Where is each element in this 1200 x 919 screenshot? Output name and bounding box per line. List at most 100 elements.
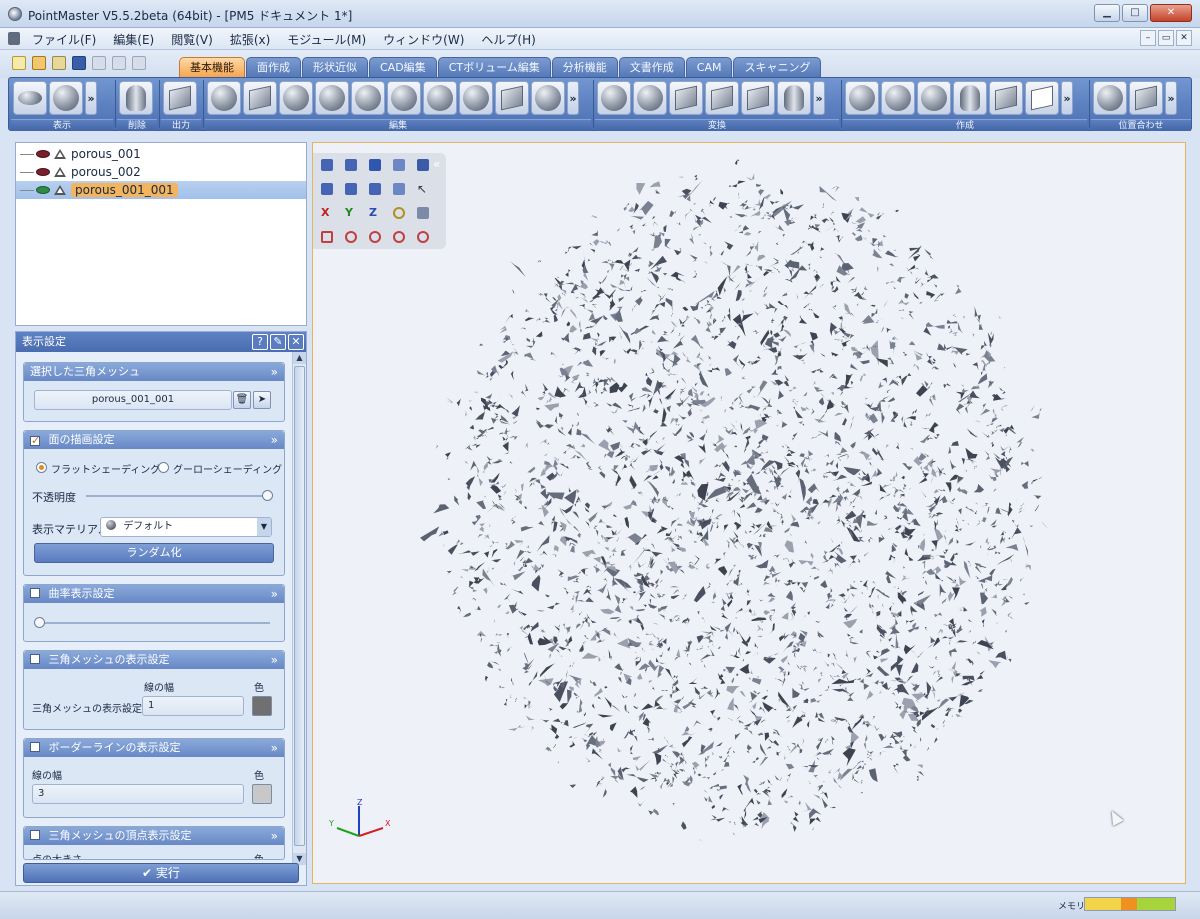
trash-icon[interactable]	[119, 81, 153, 115]
more-edit-button[interactable]: »	[567, 81, 579, 115]
shape-icon[interactable]	[881, 81, 915, 115]
shape-icon[interactable]	[845, 81, 879, 115]
zoom-in-icon[interactable]	[393, 231, 405, 243]
view-persp-icon[interactable]	[393, 183, 405, 195]
section-header[interactable]: ボーダーラインの表示設定 »	[24, 739, 284, 757]
sphere-icon[interactable]	[387, 81, 421, 115]
view-back-icon[interactable]	[345, 159, 357, 171]
shading-icon[interactable]	[49, 81, 83, 115]
border-line-width-field[interactable]: 3	[32, 784, 244, 804]
tree-item[interactable]: porous_002	[20, 163, 141, 181]
curvature-checkbox[interactable]	[30, 588, 40, 598]
convert-icon[interactable]	[633, 81, 667, 115]
more-align-button[interactable]: »	[1165, 81, 1177, 115]
flat-shading-radio[interactable]	[36, 462, 47, 473]
more-convert-button[interactable]: »	[813, 81, 825, 115]
tab-analysis[interactable]: 分析機能	[551, 57, 618, 77]
selected-mesh-field[interactable]: porous_001_001	[34, 390, 232, 410]
tab-cam[interactable]: CAM	[685, 57, 733, 77]
section-header[interactable]: 選択した三角メッシュ »	[24, 363, 284, 381]
opacity-slider[interactable]	[86, 495, 266, 497]
rotate-icon[interactable]	[393, 207, 405, 219]
convert-icon[interactable]	[705, 81, 739, 115]
curvature-slider-knob[interactable]	[34, 617, 45, 628]
mesh-line-width-field[interactable]: 1	[142, 696, 244, 716]
view-right-icon[interactable]	[345, 183, 357, 195]
collapse-icon[interactable]: »	[271, 739, 278, 757]
section-header[interactable]: 面の描画設定 »	[24, 431, 284, 449]
close-button[interactable]: ✕	[1150, 4, 1192, 22]
mdi-restore-button[interactable]: ▭	[1158, 30, 1174, 46]
section-header[interactable]: 曲率表示設定 »	[24, 585, 284, 603]
align-icon[interactable]	[1093, 81, 1127, 115]
app-icon[interactable]	[8, 7, 22, 21]
convert-icon[interactable]	[777, 81, 811, 115]
section-header[interactable]: 三角メッシュの頂点表示設定 »	[24, 827, 284, 845]
new-icon[interactable]	[12, 56, 26, 70]
border-color-swatch[interactable]	[252, 784, 272, 804]
curvature-slider[interactable]	[38, 622, 270, 624]
menu-module[interactable]: モジュール(M)	[287, 31, 366, 48]
mesh-display-checkbox[interactable]	[30, 654, 40, 664]
tab-ct-volume[interactable]: CTボリューム編集	[437, 57, 551, 77]
vertex-checkbox[interactable]	[30, 830, 40, 840]
cylinder-icon[interactable]	[953, 81, 987, 115]
mesh-sphere-icon[interactable]	[279, 81, 313, 115]
heart-icon[interactable]	[531, 81, 565, 115]
mesh-sphere-icon[interactable]	[351, 81, 385, 115]
save-icon[interactable]	[72, 56, 86, 70]
porous-mesh-model[interactable]	[313, 143, 1186, 884]
tree-item[interactable]: porous_001	[20, 145, 141, 163]
convert-icon[interactable]	[597, 81, 631, 115]
output-icon[interactable]	[163, 81, 197, 115]
tab-cad-edit[interactable]: CAD編集	[369, 57, 437, 77]
axis-y-icon[interactable]: Y	[345, 207, 357, 219]
cut-icon[interactable]	[92, 56, 106, 70]
scroll-thumb[interactable]	[294, 366, 305, 846]
more-display-button[interactable]: »	[85, 81, 97, 115]
opacity-slider-knob[interactable]	[262, 490, 273, 501]
mdi-minimize-button[interactable]: –	[1140, 30, 1156, 46]
randomize-button[interactable]: ランダム化	[34, 543, 274, 563]
copy-icon[interactable]	[112, 56, 126, 70]
border-line-checkbox[interactable]	[30, 742, 40, 752]
collapse-icon[interactable]: »	[271, 431, 278, 449]
gouraud-shading-radio[interactable]	[158, 462, 169, 473]
panel-close-button[interactable]: ✕	[288, 334, 304, 350]
more-create-button[interactable]: »	[1061, 81, 1073, 115]
camera-icon[interactable]	[417, 159, 429, 171]
tab-surface[interactable]: 面作成	[246, 57, 301, 77]
collapse-tools-icon[interactable]: «	[433, 157, 440, 171]
maximize-button[interactable]: □	[1122, 4, 1148, 22]
execute-button[interactable]: ✔ 実行	[23, 863, 299, 883]
view-left-icon[interactable]	[321, 183, 333, 195]
visibility-eye-icon[interactable]	[36, 168, 50, 176]
tab-shape-approx[interactable]: 形状近似	[302, 57, 368, 77]
open-icon[interactable]	[32, 56, 46, 70]
menu-window[interactable]: ウィンドウ(W)	[383, 31, 464, 48]
mdi-close-button[interactable]: ✕	[1176, 30, 1192, 46]
document-icon[interactable]	[8, 32, 20, 45]
axis-z-icon[interactable]: Z	[369, 207, 381, 219]
zoom-out-icon[interactable]	[369, 231, 381, 243]
curve-icon[interactable]	[1025, 81, 1059, 115]
menu-help[interactable]: ヘルプ(H)	[481, 31, 535, 48]
tab-document[interactable]: 文書作成	[618, 57, 685, 77]
zoom-box-icon[interactable]	[321, 231, 333, 243]
mesh-tool-icon[interactable]	[495, 81, 529, 115]
axis-x-icon[interactable]: X	[321, 207, 333, 219]
collapse-icon[interactable]: »	[271, 651, 278, 669]
menu-view[interactable]: 閲覧(V)	[171, 31, 213, 48]
face-render-checkbox[interactable]	[30, 436, 40, 446]
paste-icon[interactable]	[132, 56, 146, 70]
view-top-icon[interactable]	[369, 159, 381, 171]
mesh-color-swatch[interactable]	[252, 696, 272, 716]
mesh-sphere-icon[interactable]	[315, 81, 349, 115]
sphere-icon[interactable]	[459, 81, 493, 115]
chevron-down-icon[interactable]: ▼	[257, 518, 271, 536]
menu-file[interactable]: ファイル(F)	[32, 31, 96, 48]
menu-edit[interactable]: 編集(E)	[113, 31, 154, 48]
zoom-all-icon[interactable]	[417, 231, 429, 243]
trash-icon[interactable]: 🗑	[233, 391, 251, 409]
zoom-fit-icon[interactable]	[345, 231, 357, 243]
